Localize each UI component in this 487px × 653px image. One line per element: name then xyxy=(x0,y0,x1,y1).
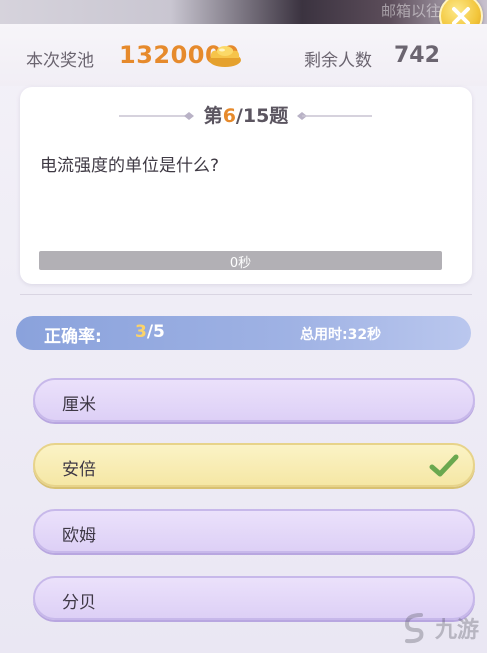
accuracy-label: 正确率: xyxy=(44,327,102,347)
option-label: 欧姆 xyxy=(62,526,96,546)
option-3[interactable]: 欧姆 xyxy=(33,509,475,553)
divider xyxy=(20,294,472,295)
question-number: 第6/15题 xyxy=(20,101,472,128)
header-bar: 本次奖池 1320000 剩余人数 742 xyxy=(0,24,487,86)
option-label: 安倍 xyxy=(62,460,96,480)
remaining-players-label: 剩余人数 xyxy=(304,51,372,71)
question-number-prefix: 第 xyxy=(203,105,223,127)
title-ornament-right xyxy=(297,112,372,120)
watermark-text: 九游 xyxy=(434,618,479,643)
accuracy-correct: 3 xyxy=(135,322,147,342)
prize-pool-label: 本次奖池 xyxy=(26,51,94,71)
gold-ingot-icon xyxy=(209,46,241,67)
top-strip: 邮箱以往 xyxy=(0,0,487,24)
faded-header-text: 邮箱以往 xyxy=(380,2,441,20)
option-1[interactable]: 厘米 xyxy=(33,378,475,422)
question-card: 第6/15题 电流强度的单位是什么? 0秒 xyxy=(20,87,472,284)
question-text: 电流强度的单位是什么? xyxy=(40,156,220,176)
score-bar: 正确率: 3/5 总用时:32秒 xyxy=(16,316,471,350)
option-2[interactable]: 安倍 xyxy=(33,443,475,487)
accuracy-total: /5 xyxy=(146,322,165,342)
watermark: 九游 xyxy=(399,611,479,645)
jiuyou-logo-icon xyxy=(404,613,424,644)
check-icon xyxy=(429,454,459,477)
option-label: 厘米 xyxy=(62,395,96,415)
timer-bar: 0秒 xyxy=(39,251,442,271)
remaining-players-value: 742 xyxy=(394,43,440,68)
question-total: /15题 xyxy=(235,105,289,127)
timer-text: 0秒 xyxy=(229,256,252,271)
option-label: 分贝 xyxy=(62,593,96,613)
time-used: 总用时:32秒 xyxy=(300,327,382,343)
accuracy-value: 3/5 xyxy=(135,322,165,342)
question-current: 6 xyxy=(222,105,236,127)
